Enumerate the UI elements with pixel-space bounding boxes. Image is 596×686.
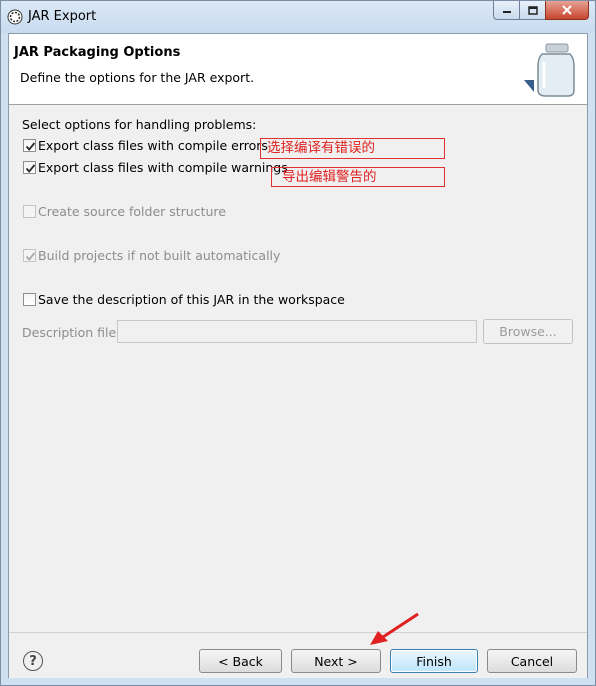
close-icon <box>562 5 572 15</box>
window-title: JAR Export <box>28 9 97 24</box>
jar-icon <box>524 43 575 97</box>
checkmark-icon <box>25 164 36 173</box>
close-button[interactable] <box>545 1 589 20</box>
dialog-content: JAR Packaging Options Define the options… <box>8 33 588 678</box>
page-title: JAR Packaging Options <box>14 45 181 60</box>
description-file-field <box>117 320 477 343</box>
next-button[interactable]: Next > <box>291 649 381 673</box>
jar-export-window: JAR Export JAR Packaging Options Define … <box>0 0 596 686</box>
errors-annotation: 选择编译有错误的 <box>260 138 445 159</box>
eclipse-icon <box>7 9 23 25</box>
section-label: Select options for handling problems: <box>22 117 257 132</box>
minimize-button[interactable] <box>493 1 519 20</box>
export-warnings-checkbox[interactable] <box>23 161 36 174</box>
create-source-folder-label: Create source folder structure <box>38 204 226 219</box>
wizard-footer: ? < Back Next > Finish Cancel <box>9 632 587 678</box>
back-button[interactable]: < Back <box>199 649 282 673</box>
maximize-icon <box>527 5 538 15</box>
checkmark-icon <box>25 142 36 151</box>
options-panel: Select options for handling problems: Ex… <box>9 105 587 632</box>
build-projects-label: Build projects if not built automaticall… <box>38 248 281 263</box>
page-description: Define the options for the JAR export. <box>20 70 255 85</box>
export-errors-checkbox[interactable] <box>23 139 36 152</box>
maximize-button[interactable] <box>519 1 545 20</box>
export-errors-label[interactable]: Export class files with compile errors <box>38 138 268 153</box>
checkmark-icon <box>25 252 36 261</box>
save-description-label[interactable]: Save the description of this JAR in the … <box>38 292 345 307</box>
create-source-folder-checkbox <box>23 205 36 218</box>
help-icon[interactable]: ? <box>23 651 43 671</box>
build-projects-checkbox <box>23 249 36 262</box>
cancel-button[interactable]: Cancel <box>487 649 577 673</box>
browse-button: Browse... <box>483 319 573 344</box>
red-arrow-annotation <box>370 612 419 645</box>
title-bar[interactable]: JAR Export <box>1 1 595 33</box>
wizard-banner: JAR Packaging Options Define the options… <box>9 34 587 105</box>
warnings-annotation: 导出编辑警告的 <box>271 167 445 187</box>
finish-button[interactable]: Finish <box>390 649 478 673</box>
export-warnings-label[interactable]: Export class files with compile warnings <box>38 160 288 175</box>
minimize-icon <box>502 11 511 13</box>
save-description-checkbox[interactable] <box>23 293 36 306</box>
description-file-label: Description file: <box>22 325 121 340</box>
